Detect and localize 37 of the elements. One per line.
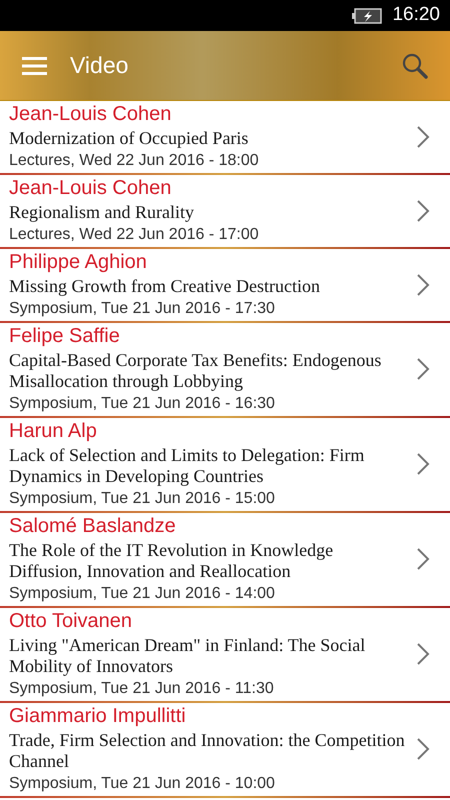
speaker-name: Harun Alp xyxy=(9,419,98,444)
talk-title: Missing Growth from Creative Destruction xyxy=(9,276,321,297)
talk-title: Living "American Dream" in Finland: The Social Mobility of Innovators xyxy=(9,635,366,677)
talk-meta: Lectures, Wed 22 Jun 2016 - 18:00 xyxy=(9,151,260,171)
speaker-name: Giammario Impullitti xyxy=(9,704,187,729)
speaker-name: Otto Toivanen xyxy=(9,609,134,634)
chevron-right-icon xyxy=(416,548,430,570)
speaker-name: Philippe Aghion xyxy=(9,250,148,275)
talk-title: Capital-Based Corporate Tax Benefits: Endogenous Misallocation through Lobbying xyxy=(9,350,382,392)
speaker-name: Jean-Louis Cohen xyxy=(9,102,172,127)
speaker-name: Salomé Baslandze xyxy=(9,514,177,539)
talk-title: Regionalism and Rurality xyxy=(9,202,195,223)
menu-icon[interactable] xyxy=(22,56,48,76)
speaker-name: Felipe Saffie xyxy=(9,324,121,349)
talk-meta: Symposium, Tue 21 Jun 2016 - 15:00 xyxy=(9,489,276,509)
chevron-right-icon xyxy=(416,126,430,148)
talk-meta: Lectures, Wed 22 Jun 2016 - 17:00 xyxy=(9,225,260,245)
talk-meta: Symposium, Tue 21 Jun 2016 - 17:30 xyxy=(9,299,276,319)
screen-title: Video xyxy=(70,51,130,80)
talk-title: The Role of the IT Revolution in Knowledge Diffusion, Innovation and Reallocation xyxy=(9,540,334,582)
chevron-right-icon xyxy=(416,453,430,475)
search-icon[interactable] xyxy=(402,52,428,78)
chevron-right-icon xyxy=(416,643,430,665)
talk-meta: Symposium, Tue 21 Jun 2016 - 14:00 xyxy=(9,584,276,604)
chevron-right-icon xyxy=(416,274,430,296)
status-time: 16:20 xyxy=(392,3,440,28)
talk-meta: Symposium, Tue 21 Jun 2016 - 16:30 xyxy=(9,394,276,414)
talk-title: Modernization of Occupied Paris xyxy=(9,128,250,149)
talk-title: Trade, Firm Selection and Innovation: the Competition Channel xyxy=(9,730,406,772)
chevron-right-icon xyxy=(416,358,430,380)
chevron-right-icon xyxy=(416,738,430,760)
speaker-name: Jean-Louis Cohen xyxy=(9,176,172,201)
talk-meta: Symposium, Tue 21 Jun 2016 - 10:00 xyxy=(9,774,276,794)
talk-meta: Symposium, Tue 21 Jun 2016 - 11:30 xyxy=(9,679,275,699)
chevron-right-icon xyxy=(416,200,430,222)
battery-charging-icon xyxy=(352,8,382,24)
talk-title: Lack of Selection and Limits to Delegation: Firm Dynamics in Developing Countries xyxy=(9,445,366,487)
